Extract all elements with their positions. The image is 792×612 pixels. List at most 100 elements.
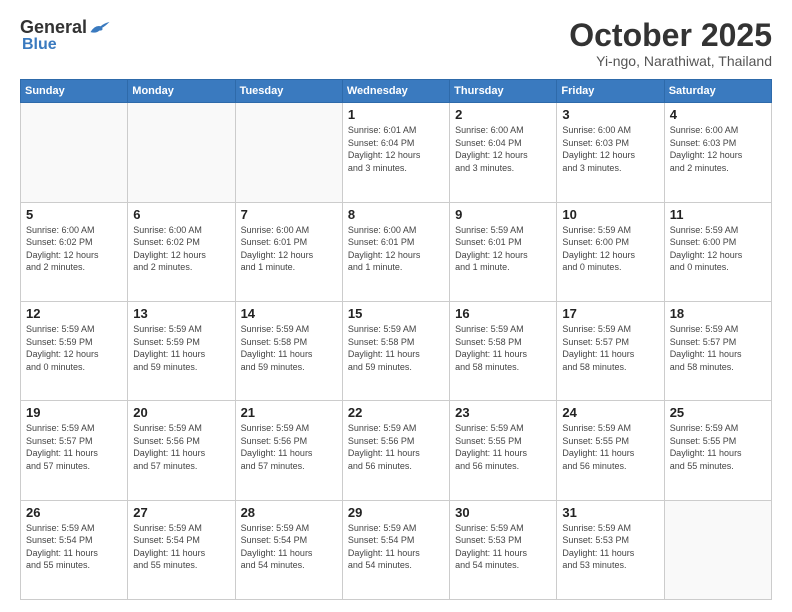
logo-general-text: General [20, 18, 87, 36]
day-info: Sunrise: 6:00 AM Sunset: 6:04 PM Dayligh… [455, 124, 551, 174]
calendar-table: SundayMondayTuesdayWednesdayThursdayFrid… [20, 79, 772, 600]
day-info: Sunrise: 6:00 AM Sunset: 6:01 PM Dayligh… [348, 224, 444, 274]
day-number: 5 [26, 207, 122, 222]
day-info: Sunrise: 5:59 AM Sunset: 5:55 PM Dayligh… [670, 422, 766, 472]
day-info: Sunrise: 5:59 AM Sunset: 5:58 PM Dayligh… [241, 323, 337, 373]
calendar-cell: 11 Sunrise: 5:59 AM Sunset: 6:00 PM Dayli… [664, 202, 771, 301]
calendar-cell: 12 Sunrise: 5:59 AM Sunset: 5:59 PM Dayli… [21, 301, 128, 400]
calendar-cell: 25 Sunrise: 5:59 AM Sunset: 5:55 PM Dayli… [664, 401, 771, 500]
day-info: Sunrise: 5:59 AM Sunset: 5:59 PM Dayligh… [26, 323, 122, 373]
day-info: Sunrise: 6:00 AM Sunset: 6:03 PM Dayligh… [670, 124, 766, 174]
day-number: 25 [670, 405, 766, 420]
day-info: Sunrise: 5:59 AM Sunset: 5:54 PM Dayligh… [348, 522, 444, 572]
day-info: Sunrise: 5:59 AM Sunset: 5:53 PM Dayligh… [562, 522, 658, 572]
day-number: 24 [562, 405, 658, 420]
calendar-cell: 9Sunrise: 5:59 AM Sunset: 6:01 PM Daylig… [450, 202, 557, 301]
day-number: 12 [26, 306, 122, 321]
calendar-cell: 1Sunrise: 6:01 AM Sunset: 6:04 PM Daylig… [342, 103, 449, 202]
week-row-2: 5 Sunrise: 6:00 AM Sunset: 6:02 PM Daylig… [21, 202, 772, 301]
calendar-cell: 10Sunrise: 5:59 AM Sunset: 6:00 PM Dayli… [557, 202, 664, 301]
day-number: 23 [455, 405, 551, 420]
calendar-cell: 29 Sunrise: 5:59 AM Sunset: 5:54 PM Dayli… [342, 500, 449, 599]
day-info: Sunrise: 6:00 AM Sunset: 6:02 PM Dayligh… [26, 224, 122, 274]
day-number: 14 [241, 306, 337, 321]
week-row-4: 19 Sunrise: 5:59 AM Sunset: 5:57 PM Dayli… [21, 401, 772, 500]
day-number: 9 [455, 207, 551, 222]
day-info: Sunrise: 5:59 AM Sunset: 5:55 PM Dayligh… [562, 422, 658, 472]
day-number: 17 [562, 306, 658, 321]
calendar-cell: 18 Sunrise: 5:59 AM Sunset: 5:57 PM Dayli… [664, 301, 771, 400]
calendar-cell [21, 103, 128, 202]
day-number: 16 [455, 306, 551, 321]
day-number: 19 [26, 405, 122, 420]
day-info: Sunrise: 5:59 AM Sunset: 5:53 PM Dayligh… [455, 522, 551, 572]
day-info: Sunrise: 6:00 AM Sunset: 6:02 PM Dayligh… [133, 224, 229, 274]
calendar-cell [664, 500, 771, 599]
day-info: Sunrise: 5:59 AM Sunset: 5:54 PM Dayligh… [26, 522, 122, 572]
page: General Blue October 2025 Yi-ngo, Narath… [0, 0, 792, 612]
day-number: 11 [670, 207, 766, 222]
day-info: Sunrise: 5:59 AM Sunset: 5:57 PM Dayligh… [670, 323, 766, 373]
calendar-cell: 3 Sunrise: 6:00 AM Sunset: 6:03 PM Daylig… [557, 103, 664, 202]
day-number: 22 [348, 405, 444, 420]
day-number: 20 [133, 405, 229, 420]
logo-bird-icon [89, 18, 111, 36]
week-row-3: 12 Sunrise: 5:59 AM Sunset: 5:59 PM Dayli… [21, 301, 772, 400]
day-number: 28 [241, 505, 337, 520]
calendar-cell: 17 Sunrise: 5:59 AM Sunset: 5:57 PM Dayli… [557, 301, 664, 400]
calendar-cell: 14 Sunrise: 5:59 AM Sunset: 5:58 PM Dayli… [235, 301, 342, 400]
day-number: 7 [241, 207, 337, 222]
day-number: 29 [348, 505, 444, 520]
calendar-cell: 5 Sunrise: 6:00 AM Sunset: 6:02 PM Daylig… [21, 202, 128, 301]
calendar-cell: 8 Sunrise: 6:00 AM Sunset: 6:01 PM Daylig… [342, 202, 449, 301]
month-title: October 2025 [569, 18, 772, 53]
calendar-cell: 19 Sunrise: 5:59 AM Sunset: 5:57 PM Dayli… [21, 401, 128, 500]
calendar-cell: 13 Sunrise: 5:59 AM Sunset: 5:59 PM Dayli… [128, 301, 235, 400]
weekday-sunday: Sunday [21, 80, 128, 103]
day-info: Sunrise: 5:59 AM Sunset: 5:56 PM Dayligh… [241, 422, 337, 472]
day-info: Sunrise: 5:59 AM Sunset: 5:55 PM Dayligh… [455, 422, 551, 472]
calendar-cell [235, 103, 342, 202]
calendar-cell: 4Sunrise: 6:00 AM Sunset: 6:03 PM Daylig… [664, 103, 771, 202]
calendar-cell: 22Sunrise: 5:59 AM Sunset: 5:56 PM Dayli… [342, 401, 449, 500]
day-number: 15 [348, 306, 444, 321]
day-number: 3 [562, 107, 658, 122]
day-info: Sunrise: 5:59 AM Sunset: 5:59 PM Dayligh… [133, 323, 229, 373]
day-number: 21 [241, 405, 337, 420]
header: General Blue October 2025 Yi-ngo, Narath… [20, 18, 772, 69]
day-info: Sunrise: 6:00 AM Sunset: 6:01 PM Dayligh… [241, 224, 337, 274]
day-info: Sunrise: 5:59 AM Sunset: 5:56 PM Dayligh… [133, 422, 229, 472]
calendar-cell: 30Sunrise: 5:59 AM Sunset: 5:53 PM Dayli… [450, 500, 557, 599]
day-number: 10 [562, 207, 658, 222]
day-number: 13 [133, 306, 229, 321]
day-info: Sunrise: 6:01 AM Sunset: 6:04 PM Dayligh… [348, 124, 444, 174]
weekday-header-row: SundayMondayTuesdayWednesdayThursdayFrid… [21, 80, 772, 103]
day-info: Sunrise: 5:59 AM Sunset: 5:57 PM Dayligh… [26, 422, 122, 472]
weekday-monday: Monday [128, 80, 235, 103]
weekday-saturday: Saturday [664, 80, 771, 103]
calendar-cell: 23 Sunrise: 5:59 AM Sunset: 5:55 PM Dayli… [450, 401, 557, 500]
logo-blue-text: Blue [22, 36, 57, 54]
day-info: Sunrise: 5:59 AM Sunset: 6:00 PM Dayligh… [670, 224, 766, 274]
day-info: Sunrise: 5:59 AM Sunset: 5:54 PM Dayligh… [241, 522, 337, 572]
day-number: 27 [133, 505, 229, 520]
calendar-cell: 15Sunrise: 5:59 AM Sunset: 5:58 PM Dayli… [342, 301, 449, 400]
weekday-friday: Friday [557, 80, 664, 103]
subtitle: Yi-ngo, Narathiwat, Thailand [569, 53, 772, 69]
day-info: Sunrise: 5:59 AM Sunset: 5:58 PM Dayligh… [455, 323, 551, 373]
day-number: 26 [26, 505, 122, 520]
weekday-wednesday: Wednesday [342, 80, 449, 103]
day-info: Sunrise: 6:00 AM Sunset: 6:03 PM Dayligh… [562, 124, 658, 174]
calendar-cell: 27Sunrise: 5:59 AM Sunset: 5:54 PM Dayli… [128, 500, 235, 599]
day-info: Sunrise: 5:59 AM Sunset: 5:57 PM Dayligh… [562, 323, 658, 373]
title-area: October 2025 Yi-ngo, Narathiwat, Thailan… [569, 18, 772, 69]
calendar-cell: 28 Sunrise: 5:59 AM Sunset: 5:54 PM Dayli… [235, 500, 342, 599]
day-number: 8 [348, 207, 444, 222]
calendar-cell: 16 Sunrise: 5:59 AM Sunset: 5:58 PM Dayli… [450, 301, 557, 400]
calendar-cell: 21 Sunrise: 5:59 AM Sunset: 5:56 PM Dayli… [235, 401, 342, 500]
day-number: 18 [670, 306, 766, 321]
calendar-cell: 26 Sunrise: 5:59 AM Sunset: 5:54 PM Dayli… [21, 500, 128, 599]
calendar-cell: 2Sunrise: 6:00 AM Sunset: 6:04 PM Daylig… [450, 103, 557, 202]
calendar-cell: 20 Sunrise: 5:59 AM Sunset: 5:56 PM Dayli… [128, 401, 235, 500]
day-number: 31 [562, 505, 658, 520]
